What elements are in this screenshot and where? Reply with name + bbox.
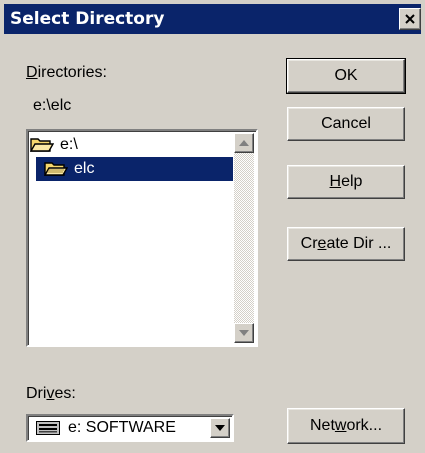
directories-label-mnemonic: D: [26, 64, 38, 81]
arrow-up-icon: [239, 140, 249, 146]
drives-combobox[interactable]: e: SOFTWARE: [26, 414, 234, 442]
chevron-down-icon: [215, 425, 225, 431]
list-item-selected[interactable]: elc: [36, 157, 233, 181]
create-dir-mnemonic: e: [317, 235, 327, 252]
vertical-scrollbar[interactable]: [234, 133, 254, 343]
drives-label: Drives:: [26, 385, 76, 403]
create-dir-button[interactable]: Cr e ate Dir ...: [287, 227, 405, 261]
create-dir-label-pre: Cr: [300, 235, 318, 252]
drive-icon: [36, 421, 60, 435]
help-button[interactable]: Help: [287, 165, 405, 199]
network-label-post: ork...: [346, 417, 383, 434]
title-bar[interactable]: Select Directory: [4, 4, 421, 34]
arrow-down-icon: [239, 330, 249, 336]
ok-button[interactable]: OK: [286, 58, 406, 94]
list-item[interactable]: e:\: [28, 133, 233, 157]
help-label: elp: [341, 173, 363, 190]
directory-list[interactable]: e:\ elc: [26, 129, 258, 347]
close-button[interactable]: [399, 8, 421, 30]
network-label-pre: Net: [309, 417, 335, 434]
list-item-label: e:\: [60, 136, 78, 153]
scroll-up-button[interactable]: [234, 133, 254, 153]
directories-label: Directories:: [26, 64, 107, 82]
drives-label-pre: Dri: [26, 385, 47, 402]
drives-selected-value: e: SOFTWARE: [68, 419, 176, 436]
network-button[interactable]: Net w ork...: [287, 408, 405, 444]
window-title: Select Directory: [10, 9, 165, 29]
create-dir-label-post: ate Dir ...: [326, 235, 392, 252]
cancel-button[interactable]: Cancel: [287, 107, 405, 141]
select-directory-dialog: Select Directory Directories: e:\elc e:\: [0, 0, 425, 453]
drives-dropdown-button[interactable]: [210, 418, 230, 438]
current-path: e:\elc: [33, 97, 72, 114]
network-mnemonic: w: [334, 417, 347, 434]
scroll-down-button[interactable]: [234, 323, 254, 343]
open-folder-icon: [44, 162, 68, 176]
help-mnemonic: H: [329, 173, 342, 190]
open-folder-icon: [30, 138, 54, 152]
drives-label-post: es:: [54, 385, 76, 402]
directories-label-text: irectories:: [37, 64, 107, 81]
list-item-label: elc: [74, 160, 95, 177]
close-icon: [405, 14, 415, 24]
